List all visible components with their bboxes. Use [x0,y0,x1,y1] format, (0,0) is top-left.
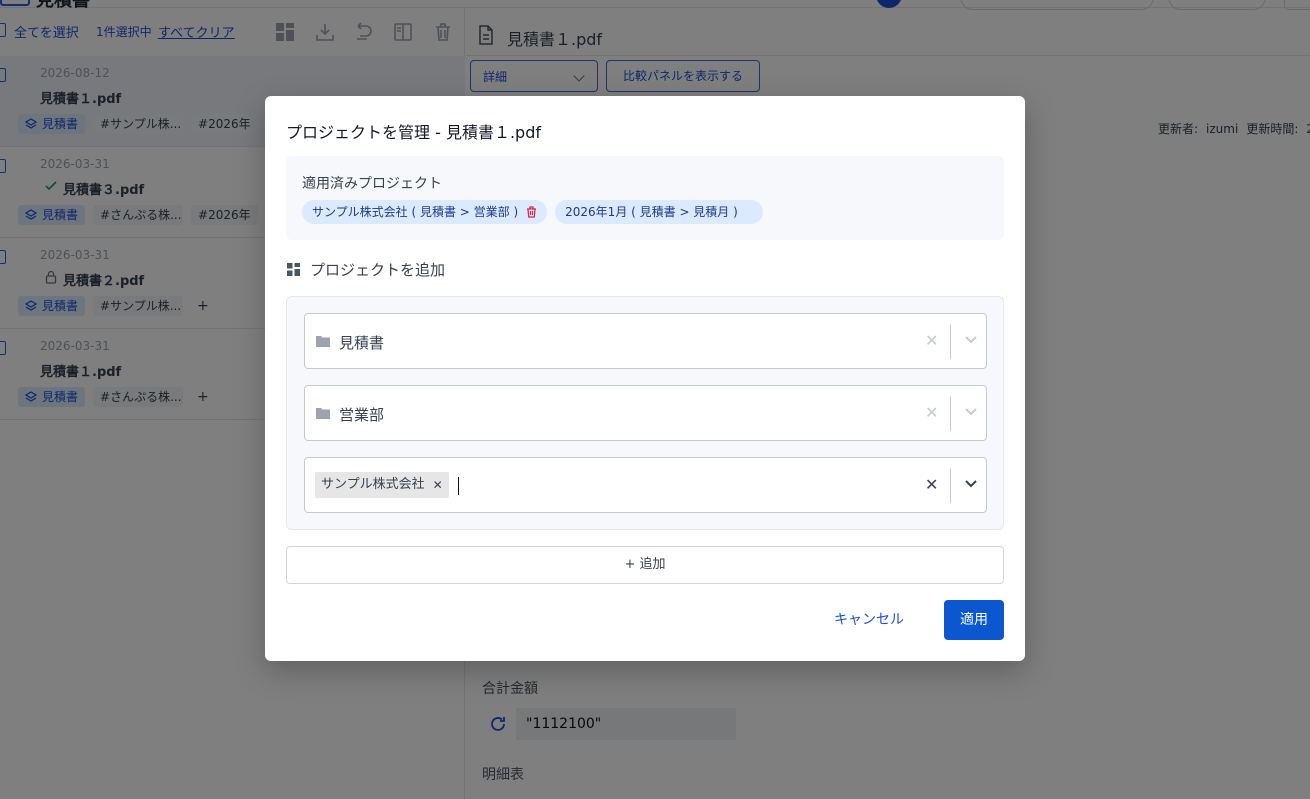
selected-project-tag: サンプル株式会社 ✕ [315,472,449,498]
clear-icon[interactable]: ✕ [925,403,938,422]
cancel-button[interactable]: キャンセル [831,601,907,639]
dialog-title: プロジェクトを管理 - 見積書１.pdf [286,123,541,142]
select-divider [950,325,951,359]
project-level-2-select[interactable]: 営業部 ✕ [304,385,987,441]
folder-icon [316,408,330,419]
clear-icon[interactable]: ✕ [925,475,938,494]
select-value: 見積書 [339,334,385,352]
folder-icon [316,336,330,347]
chevron-down-icon[interactable] [963,475,979,491]
applied-project-chip[interactable]: サンプル株式会社 ( 見積書 > 営業部 ) [302,200,548,224]
apply-button[interactable]: 適用 [944,600,1004,640]
remove-tag-icon[interactable]: ✕ [433,472,443,498]
applied-project-chip[interactable]: 2026年1月 ( 見積書 > 見積月 ) [555,200,764,224]
project-multi-select[interactable]: サンプル株式会社 ✕ ✕ [304,457,987,513]
add-project-label: プロジェクトを追加 [310,261,446,279]
select-divider [950,397,951,431]
applied-projects-label: 適用済みプロジェクト [302,176,442,192]
chip-label: 2026年1月 ( 見積書 > 見積月 ) [565,205,738,219]
grid-icon [287,263,300,276]
selected-project-label: サンプル株式会社 [321,477,425,492]
select-divider [950,469,951,503]
add-project-heading: プロジェクトを追加 [287,259,445,280]
project-level-1-select[interactable]: 見積書 ✕ [304,313,987,369]
applied-projects-section: 適用済みプロジェクト サンプル株式会社 ( 見積書 > 営業部 ) 2026年1… [286,156,1004,240]
delete-icon[interactable] [526,206,537,218]
select-value: 営業部 [339,406,385,424]
applied-project-chips: サンプル株式会社 ( 見積書 > 営業部 ) 2026年1月 ( 見積書 > 見… [302,200,764,224]
chip-label: サンプル株式会社 ( 見積書 > 営業部 ) [312,205,519,219]
chevron-down-icon[interactable] [963,403,979,419]
text-cursor [458,477,459,495]
project-select-group: 見積書 ✕ 営業部 ✕ サンプル株式会社 ✕ ✕ [286,296,1004,530]
chevron-down-icon[interactable] [963,331,979,347]
add-row-button[interactable]: + 追加 [286,546,1004,584]
clear-icon[interactable]: ✕ [925,331,938,350]
manage-projects-dialog: プロジェクトを管理 - 見積書１.pdf 適用済みプロジェクト サンプル株式会社… [265,96,1025,661]
